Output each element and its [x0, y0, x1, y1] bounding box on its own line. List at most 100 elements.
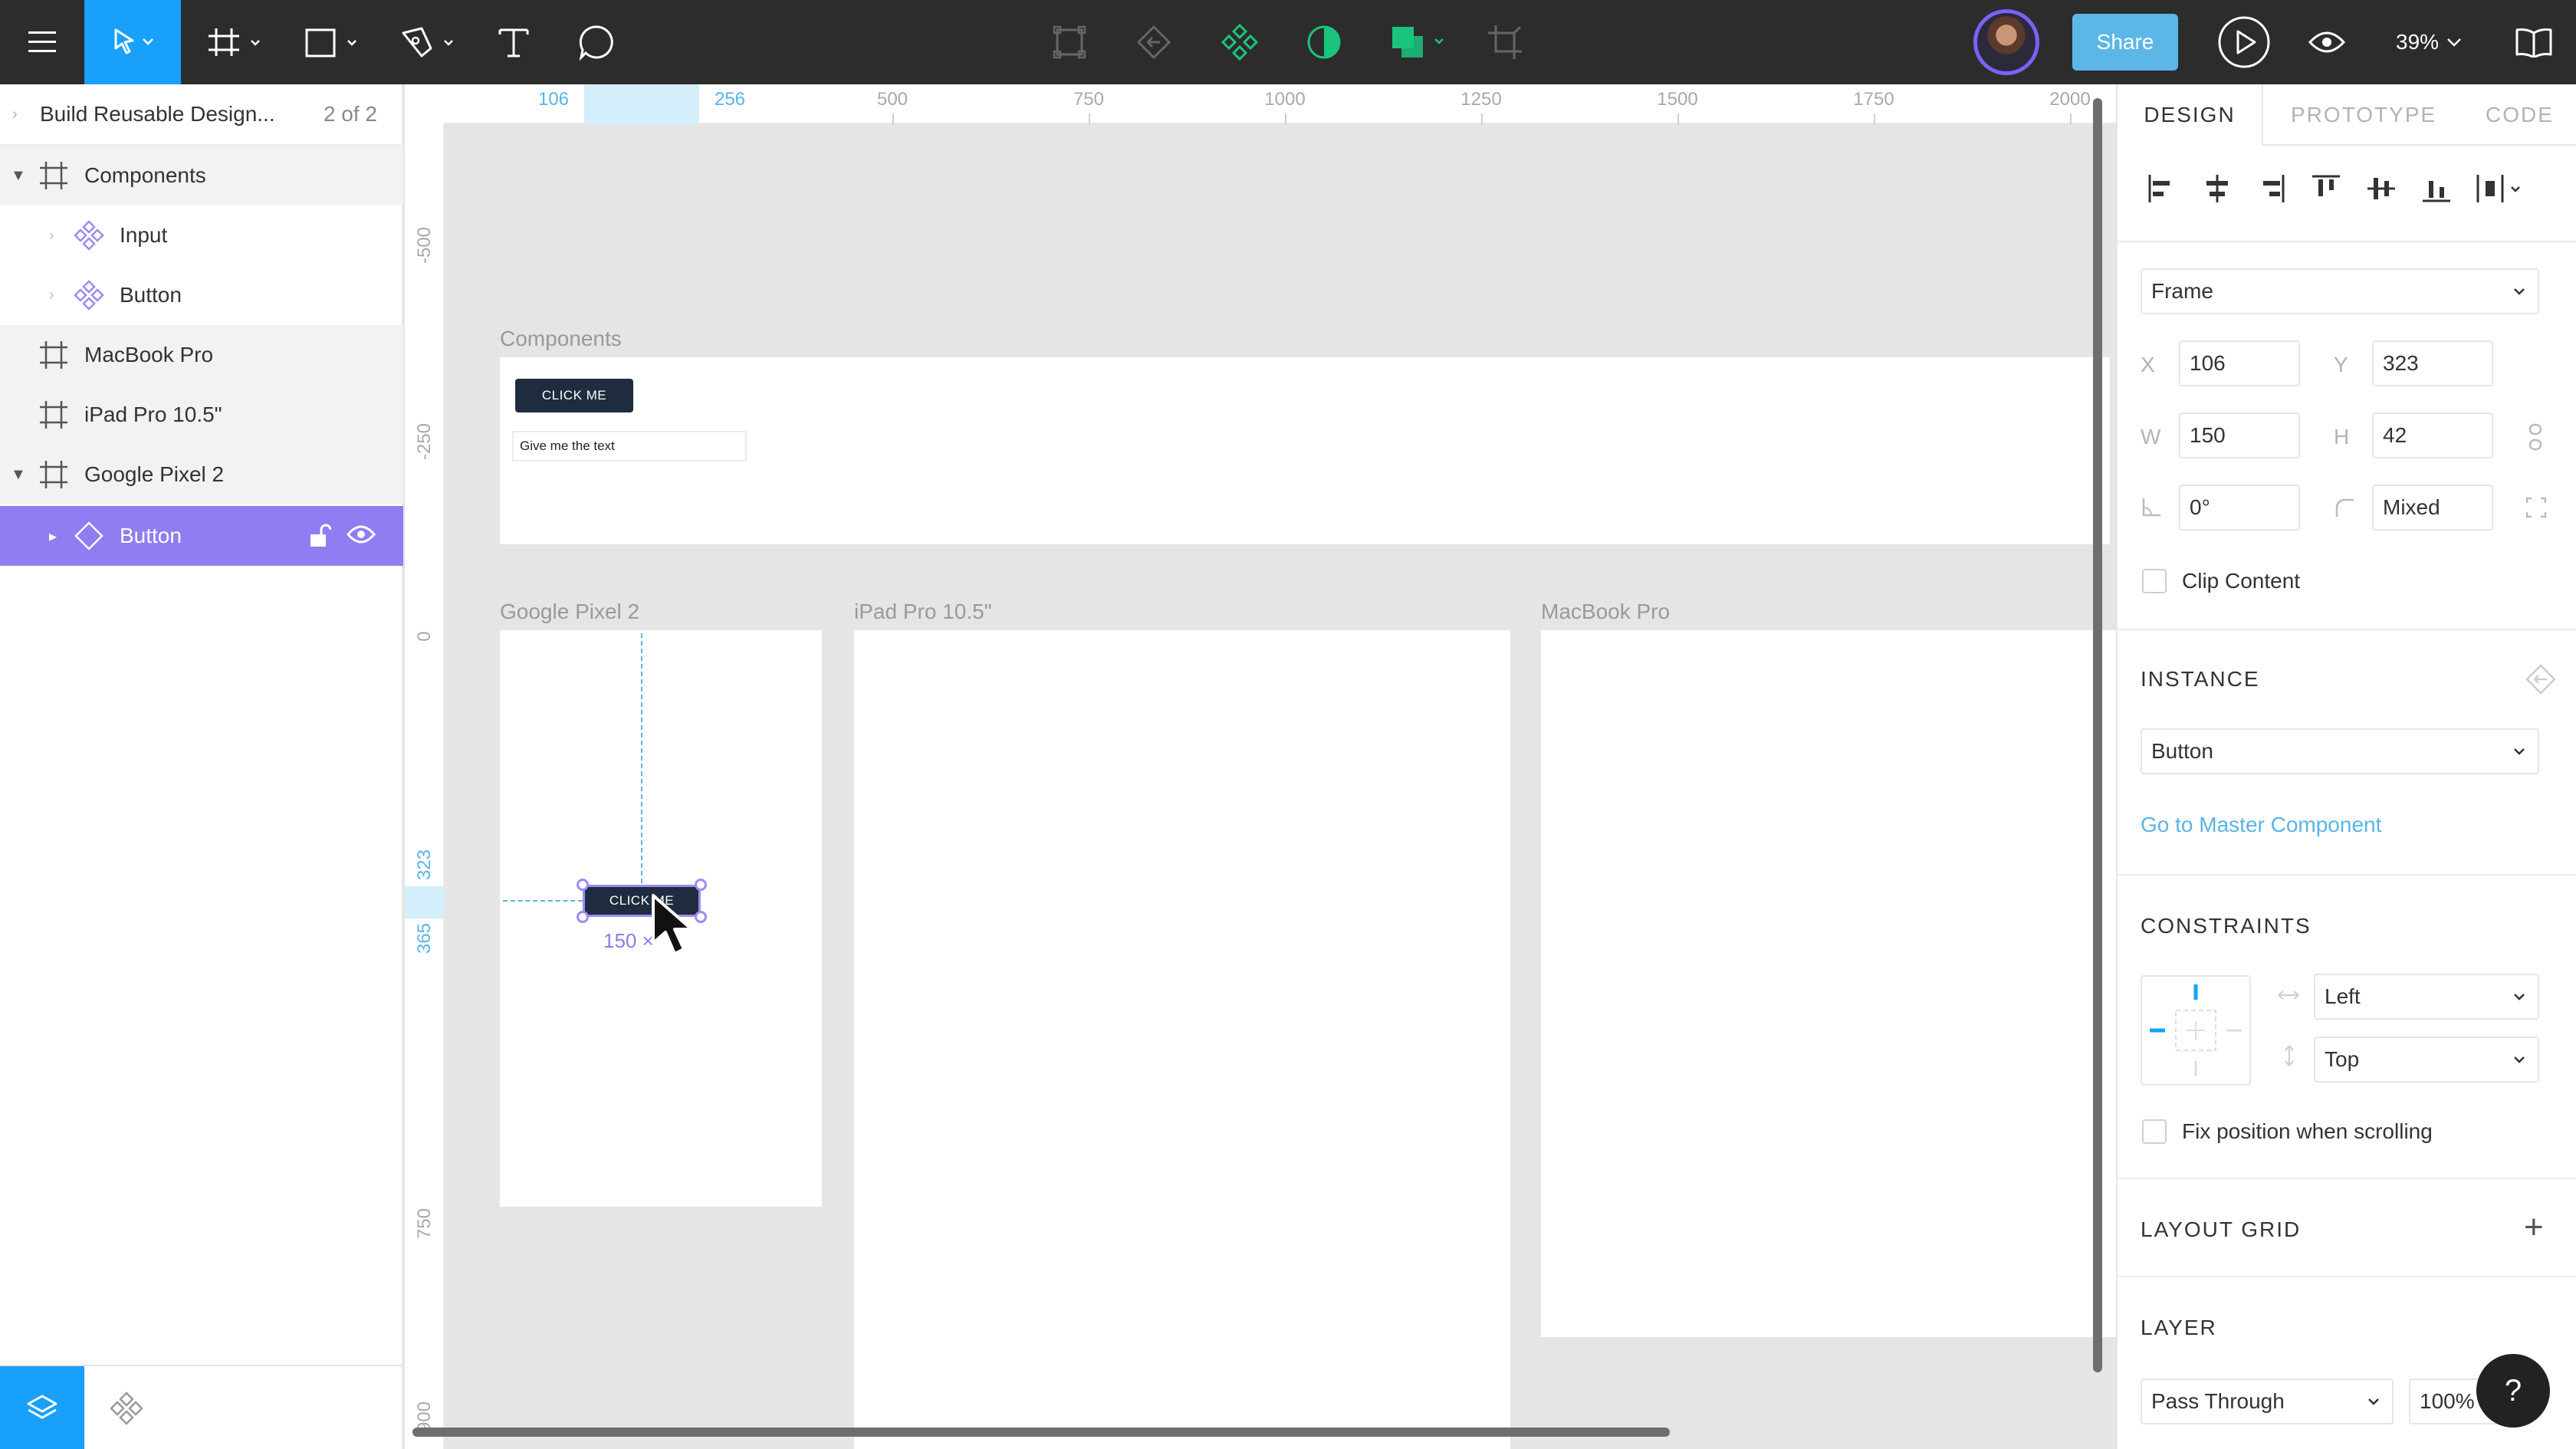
- horizontal-scrollbar[interactable]: [412, 1428, 1670, 1437]
- corner-radius-input[interactable]: Mixed: [2372, 485, 2493, 531]
- visibility-eye-icon[interactable]: [347, 524, 376, 545]
- tab-design[interactable]: DESIGN: [2118, 84, 2263, 146]
- user-avatar[interactable]: [1973, 9, 2039, 75]
- component-button[interactable]: CLICK ME: [515, 379, 633, 412]
- layer-input[interactable]: › Input: [0, 205, 403, 265]
- layers-tab[interactable]: [0, 1366, 84, 1449]
- page-count: 2 of 2: [323, 102, 377, 126]
- chevron-down-icon: [2514, 994, 2525, 1001]
- frame-components[interactable]: CLICK ME Give me the text: [500, 357, 2110, 544]
- tab-code[interactable]: CODE: [2486, 84, 2554, 146]
- crop-icon[interactable]: [1478, 0, 1532, 84]
- constraints-widget[interactable]: [2141, 975, 2251, 1086]
- layer-google-pixel-2[interactable]: ▼ Google Pixel 2: [0, 445, 403, 504]
- align-right-icon[interactable]: [2256, 173, 2286, 204]
- frame-label-ipad-pro[interactable]: iPad Pro 10.5": [854, 600, 992, 624]
- align-top-icon[interactable]: [2311, 173, 2341, 204]
- text-tool-icon: [498, 28, 529, 58]
- horizontal-constraint-select[interactable]: Left: [2314, 974, 2539, 1020]
- move-tool-button[interactable]: [84, 0, 181, 84]
- frame-ipad-pro[interactable]: [854, 630, 1510, 1449]
- caret-down-icon[interactable]: ▼: [11, 466, 26, 484]
- layer-button-instance[interactable]: ▸ Button: [0, 506, 403, 566]
- ruler-tick: [1677, 113, 1679, 124]
- frame-tool-button[interactable]: [198, 0, 274, 84]
- tab-prototype[interactable]: PROTOTYPE: [2291, 84, 2436, 146]
- ruler-label: 750: [1073, 89, 1105, 110]
- ruler-label: -250: [414, 422, 435, 460]
- instance-section-title: INSTANCE: [2141, 667, 2260, 691]
- ruler-horizontal[interactable]: 106 256 500 750 1000 1250 1500 1750 2000: [405, 84, 2116, 124]
- components-tab[interactable]: [84, 1366, 169, 1449]
- height-input[interactable]: 42: [2372, 412, 2493, 458]
- caret-down-icon[interactable]: ▼: [11, 167, 26, 185]
- zoom-dropdown[interactable]: 39%: [2396, 0, 2462, 84]
- ruler-tick: [2070, 113, 2072, 124]
- present-button[interactable]: [2208, 0, 2280, 84]
- blend-mode-select[interactable]: Pass Through: [2141, 1378, 2394, 1424]
- align-bottom-icon[interactable]: [2421, 173, 2452, 204]
- mask-icon[interactable]: [1297, 0, 1351, 84]
- comment-tool-button[interactable]: [566, 0, 627, 84]
- layer-components[interactable]: ▼ Components: [0, 146, 403, 205]
- help-button[interactable]: ?: [2476, 1354, 2550, 1428]
- ruler-vertical[interactable]: -500 -250 0 323 365 750 900: [405, 84, 445, 1449]
- distribute-icon[interactable]: [2475, 173, 2524, 204]
- align-horizontal-center-icon[interactable]: [2202, 173, 2233, 204]
- rectangle-tool-button[interactable]: [294, 0, 371, 84]
- component-input[interactable]: Give me the text: [512, 431, 747, 462]
- fix-position-checkbox[interactable]: [2142, 1119, 2167, 1144]
- frame-type-select[interactable]: Frame: [2141, 268, 2539, 314]
- layer-button-component[interactable]: › Button: [0, 265, 403, 325]
- align-left-icon[interactable]: [2147, 173, 2177, 204]
- y-input[interactable]: 323: [2372, 340, 2493, 386]
- instance-select[interactable]: Button: [2141, 728, 2539, 774]
- add-layout-grid-icon[interactable]: +: [2524, 1208, 2544, 1247]
- detach-instance-icon[interactable]: [2525, 664, 2556, 695]
- resize-handle-top-right[interactable]: [695, 879, 707, 891]
- rotation-input[interactable]: 0°: [2179, 485, 2300, 531]
- text-tool-button[interactable]: [483, 0, 544, 84]
- layers-icon: [27, 1395, 58, 1419]
- page-selector[interactable]: › Build Reusable Design... 2 of 2: [0, 84, 403, 146]
- go-to-master-component-link[interactable]: Go to Master Component: [2141, 813, 2381, 837]
- vertical-scrollbar[interactable]: [2093, 98, 2102, 1372]
- clip-content-label: Clip Content: [2182, 569, 2301, 593]
- frame-macbook-pro[interactable]: [1541, 630, 2116, 1337]
- detach-instance-icon[interactable]: [1127, 0, 1181, 84]
- resize-handle-top-left[interactable]: [577, 879, 589, 891]
- ruler-corner: [405, 84, 445, 124]
- rotation-icon: [2142, 498, 2160, 517]
- library-book-icon[interactable]: [2499, 0, 2568, 84]
- corner-radius-icon: [2335, 498, 2354, 517]
- boolean-groups-icon[interactable]: [1382, 0, 1458, 84]
- constrain-proportions-icon[interactable]: [2527, 423, 2544, 451]
- layer-ipad-pro[interactable]: iPad Pro 10.5": [0, 385, 403, 445]
- create-component-icon[interactable]: [1213, 0, 1267, 84]
- layer-label: Button: [120, 524, 182, 547]
- x-input[interactable]: 106: [2179, 340, 2300, 386]
- menu-icon[interactable]: [0, 0, 84, 84]
- frame-label-google-pixel-2[interactable]: Google Pixel 2: [500, 600, 639, 624]
- vertical-constraint-select[interactable]: Top: [2314, 1037, 2539, 1083]
- align-vertical-center-icon[interactable]: [2366, 173, 2397, 204]
- preview-eye-icon[interactable]: [2292, 0, 2361, 84]
- caret-right-icon[interactable]: ›: [49, 227, 54, 245]
- canvas[interactable]: Components CLICK ME Give me the text Goo…: [405, 84, 2116, 1449]
- clip-content-checkbox[interactable]: [2142, 569, 2167, 593]
- width-input[interactable]: 150: [2179, 412, 2300, 458]
- caret-right-icon[interactable]: ▸: [49, 527, 57, 546]
- resize-handle-bottom-left[interactable]: [577, 911, 589, 923]
- pen-tool-icon: [402, 27, 453, 58]
- layer-macbook-pro[interactable]: MacBook Pro: [0, 325, 403, 385]
- component-set-icon[interactable]: [1043, 0, 1096, 84]
- frame-label-components[interactable]: Components: [500, 327, 622, 351]
- frame-label-macbook-pro[interactable]: MacBook Pro: [1541, 600, 1670, 624]
- caret-right-icon[interactable]: ›: [49, 287, 54, 304]
- unlock-icon[interactable]: [308, 524, 331, 548]
- ruler-label: 1500: [1657, 89, 1698, 110]
- toolbar: Share 39%: [0, 0, 2576, 84]
- share-button[interactable]: Share: [2072, 14, 2178, 71]
- independent-corners-icon[interactable]: [2525, 497, 2547, 518]
- pen-tool-button[interactable]: [391, 0, 468, 84]
